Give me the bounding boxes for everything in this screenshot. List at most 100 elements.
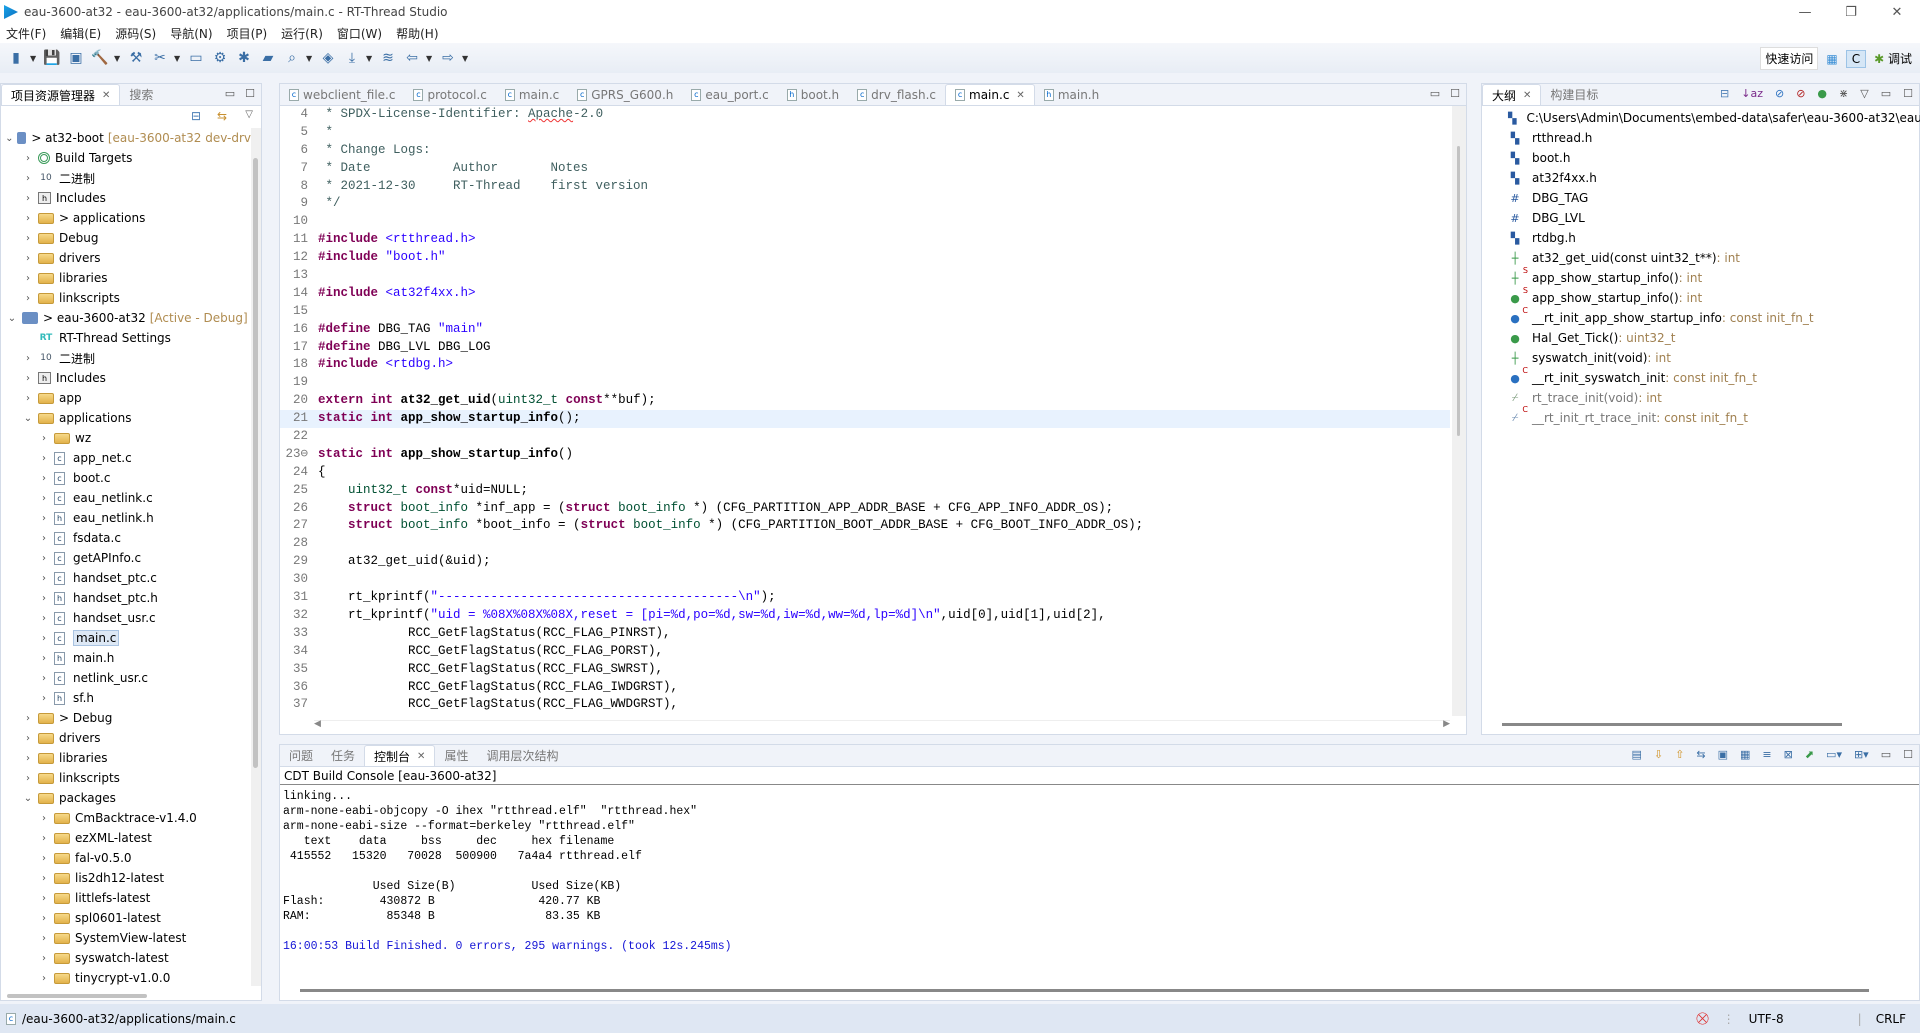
tree-item[interactable]: ⌄ packages bbox=[1, 788, 251, 808]
save-all-button[interactable]: ▣ bbox=[66, 48, 86, 68]
chevron-down-icon[interactable]: ⌄ bbox=[21, 793, 35, 804]
status-encoding[interactable]: UTF-8 bbox=[1749, 1012, 1784, 1026]
chevron-right-icon[interactable]: › bbox=[37, 873, 51, 884]
chevron-right-icon[interactable]: › bbox=[21, 713, 35, 724]
tree-item[interactable]: › h Includes bbox=[1, 188, 251, 208]
tab[interactable]: 调用层次结构 bbox=[477, 745, 567, 766]
clear-console-icon[interactable]: ▤ bbox=[1632, 748, 1642, 761]
tree-item[interactable]: › c handset_usr.c bbox=[1, 608, 251, 628]
tree-item[interactable]: › littlefs-latest bbox=[1, 888, 251, 908]
group-icon[interactable]: ⋇ bbox=[1839, 87, 1848, 100]
tree-item[interactable]: › > applications bbox=[1, 208, 251, 228]
tree-item[interactable]: › h eau_netlink.h bbox=[1, 508, 251, 528]
tree-vertical-scrollbar[interactable] bbox=[251, 128, 261, 986]
chevron-right-icon[interactable]: › bbox=[37, 673, 51, 684]
outline-item[interactable]: ⌿ C __rt_init_rt_trace_init : const init_f… bbox=[1482, 405, 1919, 428]
maximize-view-icon[interactable]: ☐ bbox=[1903, 87, 1913, 100]
outline-item[interactable]: ▚ rtthread.h bbox=[1482, 128, 1919, 148]
close-tab-icon[interactable]: ✕ bbox=[102, 90, 110, 101]
hide-nonpublic-icon[interactable]: ● bbox=[1817, 87, 1827, 100]
view-menu-icon[interactable]: ▽ bbox=[1860, 87, 1868, 100]
tree-item[interactable]: › c netlink_usr.c bbox=[1, 668, 251, 688]
tree-item[interactable]: › drivers bbox=[1, 248, 251, 268]
sort-icon[interactable]: ↓az bbox=[1741, 87, 1763, 100]
hide-fields-icon[interactable]: ⊘ bbox=[1775, 87, 1784, 100]
new-console-icon[interactable]: ⊞▾ bbox=[1854, 748, 1869, 761]
chevron-right-icon[interactable]: › bbox=[21, 293, 35, 304]
tree-item[interactable]: › c main.c bbox=[1, 628, 251, 648]
menu-item[interactable]: 文件(F) bbox=[6, 25, 46, 42]
chevron-right-icon[interactable]: › bbox=[21, 753, 35, 764]
chevron-right-icon[interactable]: › bbox=[37, 433, 51, 444]
tree-item[interactable]: ⌄ applications bbox=[1, 408, 251, 428]
tree-item[interactable]: › c boot.c bbox=[1, 468, 251, 488]
outline-item[interactable]: # DBG_TAG bbox=[1482, 188, 1919, 208]
chevron-right-icon[interactable]: › bbox=[37, 453, 51, 464]
chevron-right-icon[interactable]: › bbox=[21, 353, 35, 364]
chevron-right-icon[interactable]: › bbox=[37, 853, 51, 864]
maximize-view-icon[interactable]: ☐ bbox=[1450, 87, 1460, 100]
chevron-right-icon[interactable]: › bbox=[37, 613, 51, 624]
layers-button[interactable]: ≋ bbox=[378, 48, 398, 68]
tree-item[interactable]: › c handset_ptc.c bbox=[1, 568, 251, 588]
tree-item[interactable]: › h sf.h bbox=[1, 688, 251, 708]
dropdown-arrow-icon[interactable]: ▼ bbox=[30, 54, 38, 63]
chevron-down-icon[interactable]: ⌄ bbox=[21, 413, 35, 424]
outline-item[interactable]: ▚ C:\Users\Admin\Documents\embed-data\saf… bbox=[1482, 108, 1920, 128]
chevron-right-icon[interactable]: › bbox=[37, 693, 51, 704]
tab[interactable]: 搜索 bbox=[120, 84, 162, 105]
editor-vertical-scrollbar[interactable] bbox=[1452, 106, 1466, 716]
scroll-lock-icon[interactable]: ⇆ bbox=[1696, 748, 1705, 761]
prev-error-icon[interactable]: ⇧ bbox=[1675, 748, 1684, 761]
debug-button[interactable]: ✱ bbox=[234, 48, 254, 68]
menu-item[interactable]: 运行(R) bbox=[281, 25, 323, 42]
close-tab-icon[interactable]: ✕ bbox=[1523, 90, 1531, 101]
tree-item[interactable]: › linkscripts bbox=[1, 768, 251, 788]
save-button[interactable]: 💾 bbox=[42, 48, 62, 68]
download-button[interactable]: ⤓ bbox=[342, 48, 362, 68]
code-area[interactable]: 4 * SPDX-License-Identifier: Apache-2.0 5… bbox=[280, 106, 1450, 716]
tree-item[interactable]: › linkscripts bbox=[1, 288, 251, 308]
tab[interactable]: c eau_port.c bbox=[682, 84, 777, 105]
forward-button[interactable]: ⇨ bbox=[438, 48, 458, 68]
quick-access-input[interactable]: 快速访问 bbox=[1760, 47, 1819, 70]
chevron-right-icon[interactable]: › bbox=[37, 573, 51, 584]
tree-item[interactable]: › c getAPInfo.c bbox=[1, 548, 251, 568]
build-button[interactable]: 🔨 bbox=[90, 48, 110, 68]
collapse-all-icon[interactable]: ⊟ bbox=[1720, 87, 1729, 100]
chevron-down-icon[interactable]: ⌄ bbox=[5, 133, 14, 144]
tree-item[interactable]: ⌄ > eau-3600-at32 [Active - Debug] bbox=[1, 308, 251, 328]
tree-item[interactable]: › libraries bbox=[1, 268, 251, 288]
view-menu-icon[interactable]: ▽ bbox=[245, 109, 253, 120]
chevron-right-icon[interactable]: › bbox=[37, 833, 51, 844]
chevron-right-icon[interactable]: › bbox=[37, 533, 51, 544]
tree-item[interactable]: › Debug bbox=[1, 228, 251, 248]
tree-item[interactable]: › syswatch-latest bbox=[1, 948, 251, 968]
chevron-right-icon[interactable]: › bbox=[37, 813, 51, 824]
outline-item[interactable]: ● C __rt_init_app_show_startup_info : cons… bbox=[1482, 306, 1919, 328]
menu-item[interactable]: 源码(S) bbox=[115, 25, 156, 42]
rebuild-button[interactable]: ⚒ bbox=[126, 48, 146, 68]
tree-item[interactable]: › h main.h bbox=[1, 648, 251, 668]
chevron-right-icon[interactable]: › bbox=[37, 933, 51, 944]
tree-item[interactable]: › CmBacktrace-v1.4.0 bbox=[1, 808, 251, 828]
outline-item[interactable]: ┼ Sapp_show_startup_info() : int bbox=[1482, 266, 1919, 288]
menu-item[interactable]: 编辑(E) bbox=[60, 25, 101, 42]
tab[interactable]: c main.c ✕ bbox=[945, 84, 1035, 105]
outline-item[interactable]: ┼ at32_get_uid(const uint32_t**) : int bbox=[1482, 248, 1919, 268]
tree-item[interactable]: › ezXML-latest bbox=[1, 828, 251, 848]
chevron-right-icon[interactable]: › bbox=[37, 553, 51, 564]
pin-console-icon[interactable]: ▣ bbox=[1718, 748, 1728, 761]
tab[interactable]: 大纲 ✕ bbox=[1482, 84, 1542, 105]
tree-item[interactable]: › SystemView-latest bbox=[1, 928, 251, 948]
outline-item[interactable]: ⌿ rt_trace_init(void) : int bbox=[1482, 388, 1919, 408]
tab[interactable]: c GPRS_G600.h bbox=[568, 84, 682, 105]
console-horizontal-scrollbar[interactable] bbox=[300, 989, 1869, 992]
open-folder-button[interactable]: ▰ bbox=[258, 48, 278, 68]
menu-item[interactable]: 导航(N) bbox=[170, 25, 212, 42]
tree-item[interactable]: › c eau_netlink.c bbox=[1, 488, 251, 508]
tab[interactable]: c protocol.c bbox=[404, 84, 495, 105]
tree-item[interactable]: › h handset_ptc.h bbox=[1, 588, 251, 608]
chevron-right-icon[interactable]: › bbox=[21, 153, 35, 164]
tab[interactable]: c webclient_file.c bbox=[280, 84, 404, 105]
